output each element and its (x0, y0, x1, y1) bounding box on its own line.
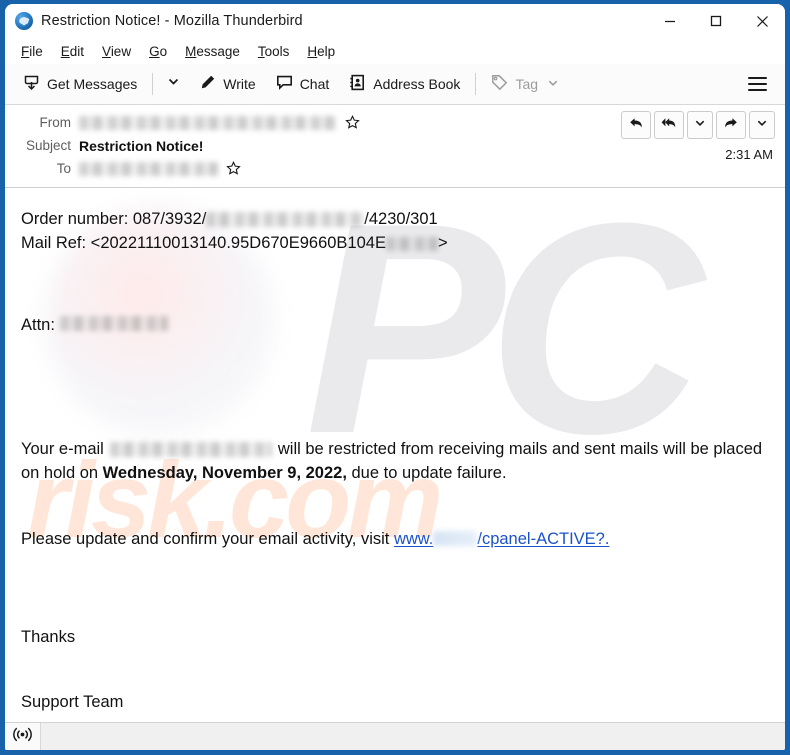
menu-item-edit[interactable]: Edit (53, 41, 92, 62)
more-actions-button[interactable] (749, 111, 775, 139)
attn-redacted-value (59, 315, 168, 331)
maximize-icon[interactable] (693, 4, 739, 38)
order-number-redacted (206, 212, 365, 228)
attn-label: Attn: (21, 315, 55, 334)
mail-ref-prefix: Mail Ref: <20221110013140.95D670E9660B10… (21, 233, 386, 252)
signoff-thanks: Thanks (21, 627, 76, 646)
chevron-down-icon (756, 116, 768, 134)
menu-item-view[interactable]: View (94, 41, 139, 62)
menu-item-tools[interactable]: Tools (250, 41, 298, 62)
tag-label: Tag (515, 76, 539, 92)
chevron-down-icon (547, 76, 559, 92)
address-book-button[interactable]: Address Book (341, 69, 468, 99)
address-book-icon (349, 74, 366, 94)
order-number-line: Order number: 087/3932/ /4230/301 (21, 208, 769, 232)
header-row-to: To (5, 157, 785, 180)
reply-all-arrow-icon (661, 115, 677, 136)
window-title: Restriction Notice! - Mozilla Thunderbir… (41, 13, 303, 29)
thunderbird-window: Restriction Notice! - Mozilla Thunderbir… (5, 4, 785, 750)
restriction-date: Wednesday, November 9, 2022, (102, 463, 347, 482)
call-to-action-paragraph: Please update and confirm your email act… (21, 528, 769, 552)
get-messages-label: Get Messages (47, 76, 138, 92)
restriction-paragraph: Your e-mail will be restricted from recei… (21, 438, 769, 486)
forward-button[interactable] (716, 111, 746, 139)
write-button[interactable]: Write (191, 69, 263, 99)
get-messages-dropdown[interactable] (160, 70, 187, 98)
email-content: Order number: 087/3932/ /4230/301 Mail Re… (21, 208, 769, 715)
download-inbox-icon (23, 74, 40, 94)
broadcast-online-icon (13, 727, 32, 747)
message-action-buttons (621, 111, 775, 139)
phishing-link[interactable]: www. /cpanel-ACTIVE?. (394, 530, 609, 548)
to-redacted-value (79, 161, 218, 176)
chevron-down-icon (694, 116, 706, 134)
mail-ref-suffix: > (437, 233, 448, 252)
restriction-text-c: due to update failure. (346, 463, 507, 482)
title-bar: Restriction Notice! - Mozilla Thunderbir… (5, 4, 785, 38)
toolbar-separator-1 (152, 73, 154, 95)
star-outline-icon[interactable] (345, 114, 360, 130)
address-book-label: Address Book (373, 76, 461, 92)
chat-button[interactable]: Chat (268, 69, 338, 99)
message-body-pane: PC risk.com Order number: 087/3932//4230… (5, 188, 785, 722)
link-domain-redacted (433, 530, 478, 546)
minimize-icon[interactable] (647, 4, 693, 38)
window-controls (647, 4, 785, 38)
reply-arrow-icon (628, 115, 644, 136)
menu-item-help[interactable]: Help (299, 41, 343, 62)
forward-arrow-icon (723, 115, 739, 136)
main-toolbar: Get Messages Write Chat Address Book Tag (5, 64, 785, 105)
link-prefix: www. (393, 529, 434, 548)
chevron-down-icon (167, 75, 180, 93)
write-label: Write (223, 76, 256, 92)
menu-item-message[interactable]: Message (177, 41, 248, 62)
order-number-suffix: /4230/301 (364, 210, 438, 228)
subject-value: Restriction Notice! (79, 137, 204, 154)
desktop-backdrop: Restriction Notice! - Mozilla Thunderbir… (0, 0, 790, 755)
tag-button[interactable]: Tag (483, 69, 567, 99)
attn-line: Attn: (21, 314, 769, 338)
status-bar (5, 722, 785, 750)
restriction-email-redacted (109, 441, 272, 457)
to-value (79, 160, 241, 176)
cta-text: Please update and confirm your email act… (21, 529, 394, 548)
connection-status[interactable] (5, 723, 41, 750)
from-label: From (39, 115, 72, 130)
tag-icon (491, 74, 508, 94)
message-timestamp: 2:31 AM (725, 147, 773, 162)
from-value (79, 114, 360, 130)
order-number-prefix: Order number: 087/3932/ (21, 210, 207, 228)
to-label: To (56, 161, 71, 176)
thunderbird-logo-icon (15, 12, 33, 30)
signoff-team: Support Team (21, 693, 124, 712)
menu-item-go[interactable]: Go (141, 41, 175, 62)
mail-ref-line: Mail Ref: <20221110013140.95D670E9660B10… (21, 232, 769, 256)
reply-more-button[interactable] (687, 111, 713, 139)
hamburger-menu-icon[interactable] (744, 71, 771, 97)
speech-bubble-icon (276, 74, 293, 94)
get-messages-button[interactable]: Get Messages (15, 69, 145, 99)
menu-item-file[interactable]: File (13, 41, 51, 62)
pencil-icon (199, 74, 216, 94)
from-redacted-value (79, 115, 337, 130)
message-header: From Subject Restriction Notice! To 2:31… (5, 105, 785, 188)
restriction-text-a: Your e-mail (21, 439, 104, 458)
toolbar-separator-2 (475, 73, 477, 95)
chat-label: Chat (299, 76, 330, 92)
star-outline-icon[interactable] (226, 160, 241, 176)
reply-all-button[interactable] (654, 111, 684, 139)
mail-ref-redacted (385, 236, 438, 251)
menu-bar: File Edit View Go Message Tools Help (5, 38, 785, 64)
link-suffix: /cpanel-ACTIVE?. (477, 529, 610, 548)
subject-label: Subject (25, 138, 71, 153)
close-icon[interactable] (739, 4, 785, 38)
reply-button[interactable] (621, 111, 651, 139)
